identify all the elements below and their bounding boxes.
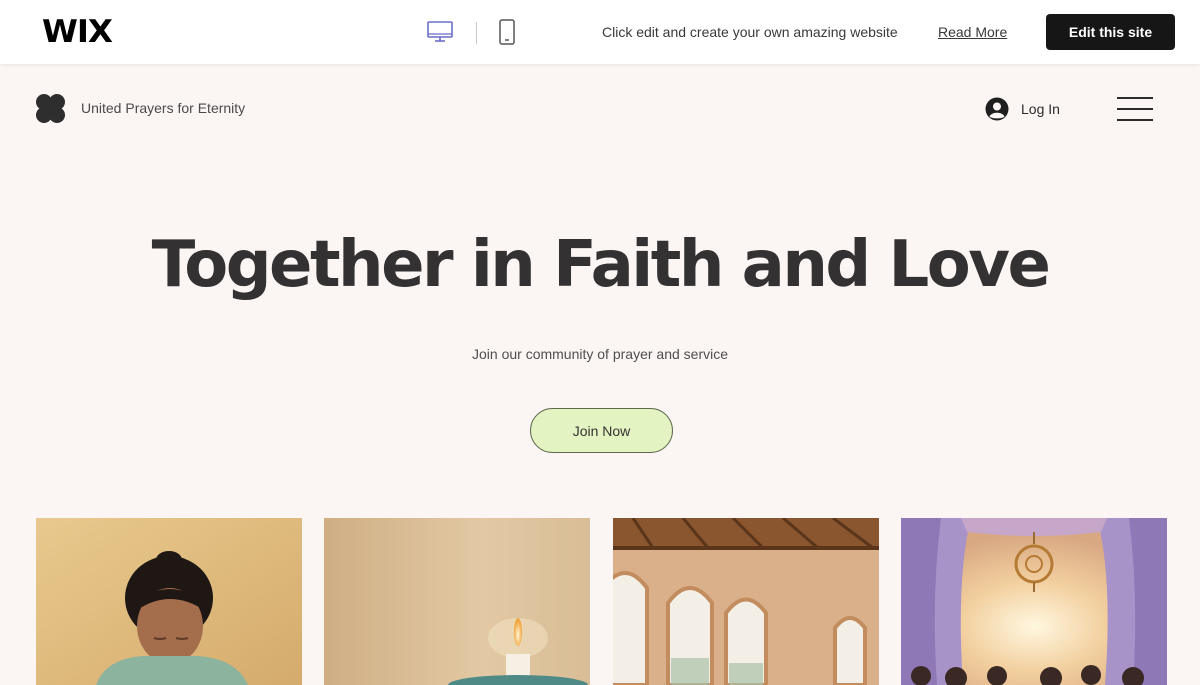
- edit-site-button[interactable]: Edit this site: [1046, 14, 1175, 50]
- login-label: Log In: [1021, 101, 1060, 117]
- hero-subtitle: Join our community of prayer and service: [472, 346, 728, 362]
- site-name[interactable]: United Prayers for Eternity: [81, 100, 245, 116]
- join-now-button[interactable]: Join Now: [530, 408, 673, 453]
- gallery-image-woman-praying[interactable]: [36, 518, 302, 685]
- gallery-image-chapel[interactable]: [901, 518, 1167, 685]
- hero-title: Together in Faith and Love: [151, 228, 1051, 302]
- user-avatar-icon: [985, 97, 1009, 121]
- wix-promo-text: Click edit and create your own amazing w…: [602, 24, 898, 40]
- desktop-view-icon[interactable]: [425, 18, 455, 46]
- wix-logo[interactable]: WIX: [42, 14, 113, 50]
- gallery-image-arched-windows[interactable]: [613, 518, 879, 685]
- device-separator: [476, 22, 477, 44]
- hamburger-menu-icon[interactable]: [1117, 96, 1153, 122]
- clover-icon[interactable]: [35, 93, 66, 124]
- mobile-view-icon[interactable]: [492, 18, 522, 46]
- login-button[interactable]: Log In: [985, 96, 1060, 122]
- wix-top-bar: WIX Click edit and create your own amazi…: [0, 0, 1200, 64]
- gallery-image-candle[interactable]: [324, 518, 590, 685]
- read-more-link[interactable]: Read More: [938, 24, 1007, 40]
